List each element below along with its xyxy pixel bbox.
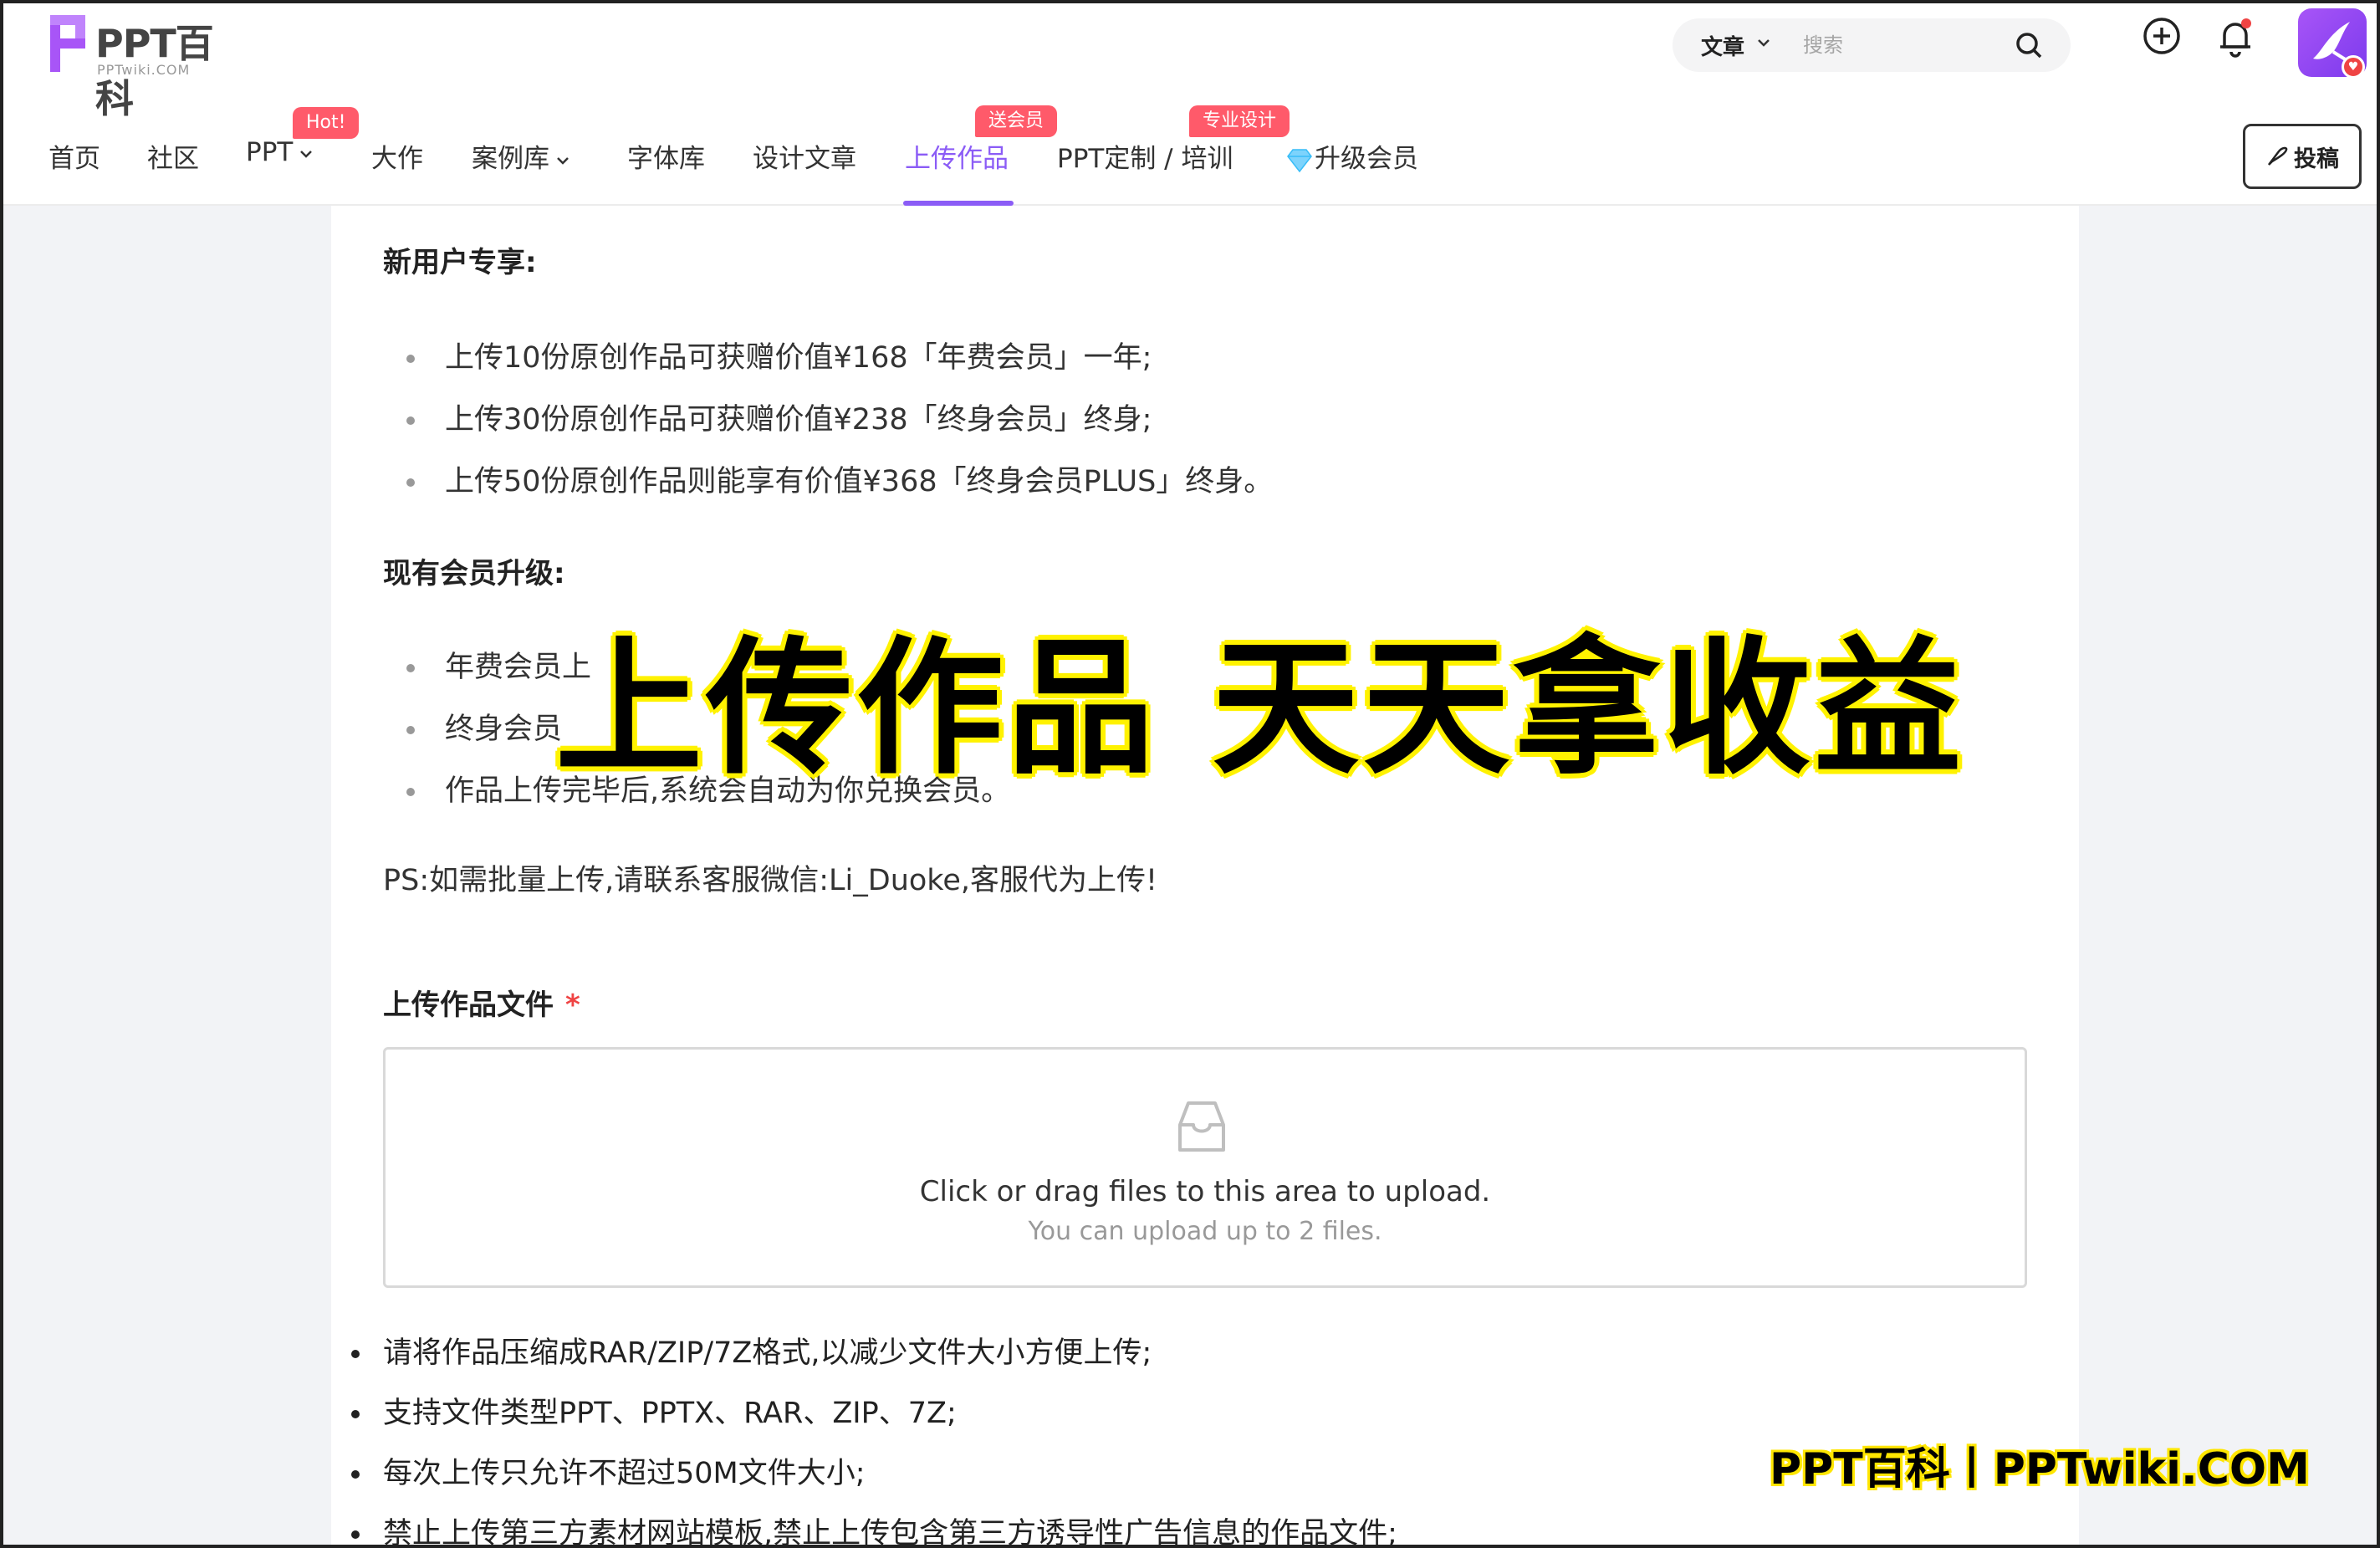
nav-item-label: PPT (246, 137, 294, 167)
nav-item-case-library[interactable]: 案例库 (472, 137, 571, 175)
browser-frame: PPT百科 PPTwiki.COM 文章 搜索 ♥ 首页 社区 PPT 大作 案… (0, 0, 2380, 1548)
nav-item-custom-training[interactable]: PPT定制 / 培训 (1057, 137, 1233, 175)
nav-item-ppt[interactable]: PPT (246, 137, 314, 167)
logo-mark-icon (50, 15, 85, 72)
search-icon[interactable] (2014, 30, 2044, 60)
upload-rules-list: 请将作品压缩成RAR/ZIP/7Z格式,以减少文件大小方便上传; 支持文件类型P… (351, 1335, 1397, 1545)
list-item: 支持文件类型PPT、PPTX、RAR、ZIP、7Z; (351, 1395, 1397, 1455)
gift-membership-badge: 送会员 (975, 105, 1058, 137)
feather-pen-icon (2268, 146, 2288, 166)
main-nav: 首页 社区 PPT 大作 案例库 字体库 设计文章 上传作品 PPT定制 / 培… (3, 105, 2377, 206)
nav-item-masterpiece[interactable]: 大作 (371, 137, 423, 175)
add-circle-icon[interactable] (2141, 15, 2183, 57)
nav-item-community[interactable]: 社区 (147, 137, 199, 175)
chevron-down-icon[interactable] (1756, 35, 1771, 50)
logo-domain-text: PPTwiki.COM (97, 62, 191, 78)
nav-item-design-articles[interactable]: 设计文章 (753, 137, 856, 175)
list-item: 禁止上传第三方素材网站模板,禁止上传包含第三方诱导性广告信息的作品文件; (351, 1515, 1397, 1545)
nav-item-label: 升级会员 (1315, 144, 1418, 174)
chevron-down-icon (557, 156, 569, 165)
dropzone-text: Click or drag files to this area to uplo… (919, 1175, 1491, 1208)
search-type-select[interactable]: 文章 (1701, 30, 1744, 61)
site-watermark: PPT百科丨PPTwiki.COM (1770, 1444, 2310, 1494)
existing-member-title: 现有会员升级: (383, 557, 565, 590)
nav-item-label: 案例库 (472, 144, 549, 174)
list-item: 每次上传只允许不超过50M文件大小; (351, 1455, 1397, 1515)
nav-item-home[interactable]: 首页 (49, 137, 100, 175)
site-header: PPT百科 PPTwiki.COM 文章 搜索 ♥ 首页 社区 PPT 大作 案… (3, 3, 2377, 206)
upload-page-content: 新用户专享: 上传10份原创作品可获赠价值¥168「年费会员」一年; 上传30份… (331, 206, 2079, 1545)
required-mark: * (565, 989, 580, 1022)
nav-item-upgrade[interactable]: 升级会员 (1284, 137, 1418, 175)
dropzone-hint: You can upload up to 2 files. (1028, 1217, 1382, 1246)
new-user-perk-list: 上传10份原创作品可获赠价值¥168「年费会员」一年; 上传30份原创作品可获赠… (383, 340, 1273, 525)
list-item: 上传30份原创作品可获赠价值¥238「终身会员」终身; (383, 401, 1273, 463)
list-item: 上传10份原创作品可获赠价值¥168「年费会员」一年; (383, 340, 1273, 401)
contribute-label: 投稿 (2294, 146, 2339, 172)
upload-label-text: 上传作品文件 (383, 989, 554, 1022)
list-item: 上传50份原创作品则能享有价值¥368「终身会员PLUS」终身。 (383, 463, 1273, 525)
professional-design-badge: 专业设计 (1189, 105, 1290, 137)
nav-item-font-library[interactable]: 字体库 (627, 137, 705, 175)
file-dropzone[interactable]: Click or drag files to this area to uplo… (383, 1047, 2027, 1288)
bell-icon[interactable] (2214, 15, 2256, 60)
search-input[interactable] (1803, 28, 2004, 62)
diamond-icon (1287, 148, 1312, 172)
list-item: 请将作品压缩成RAR/ZIP/7Z格式,以减少文件大小方便上传; (351, 1335, 1397, 1395)
search-bar: 文章 (1673, 18, 2071, 72)
site-logo[interactable]: PPT百科 PPTwiki.COM (47, 10, 248, 121)
ps-note: PS:如需批量上传,请联系客服微信:Li_Duoke,客服代为上传! (383, 864, 1158, 897)
inbox-icon (1178, 1101, 1225, 1152)
new-user-title: 新用户专享: (383, 246, 537, 279)
contribute-button[interactable]: 投稿 (2243, 124, 2362, 189)
upload-field-label: 上传作品文件 * (383, 982, 580, 1023)
chevron-down-icon (300, 150, 313, 158)
promo-headline-overlay: 上传作品 天天拿收益 (555, 623, 1965, 794)
nav-item-upload[interactable]: 上传作品 (905, 137, 1009, 175)
hot-badge: Hot! (293, 107, 360, 139)
verified-badge-icon: ♥ (2342, 55, 2365, 79)
